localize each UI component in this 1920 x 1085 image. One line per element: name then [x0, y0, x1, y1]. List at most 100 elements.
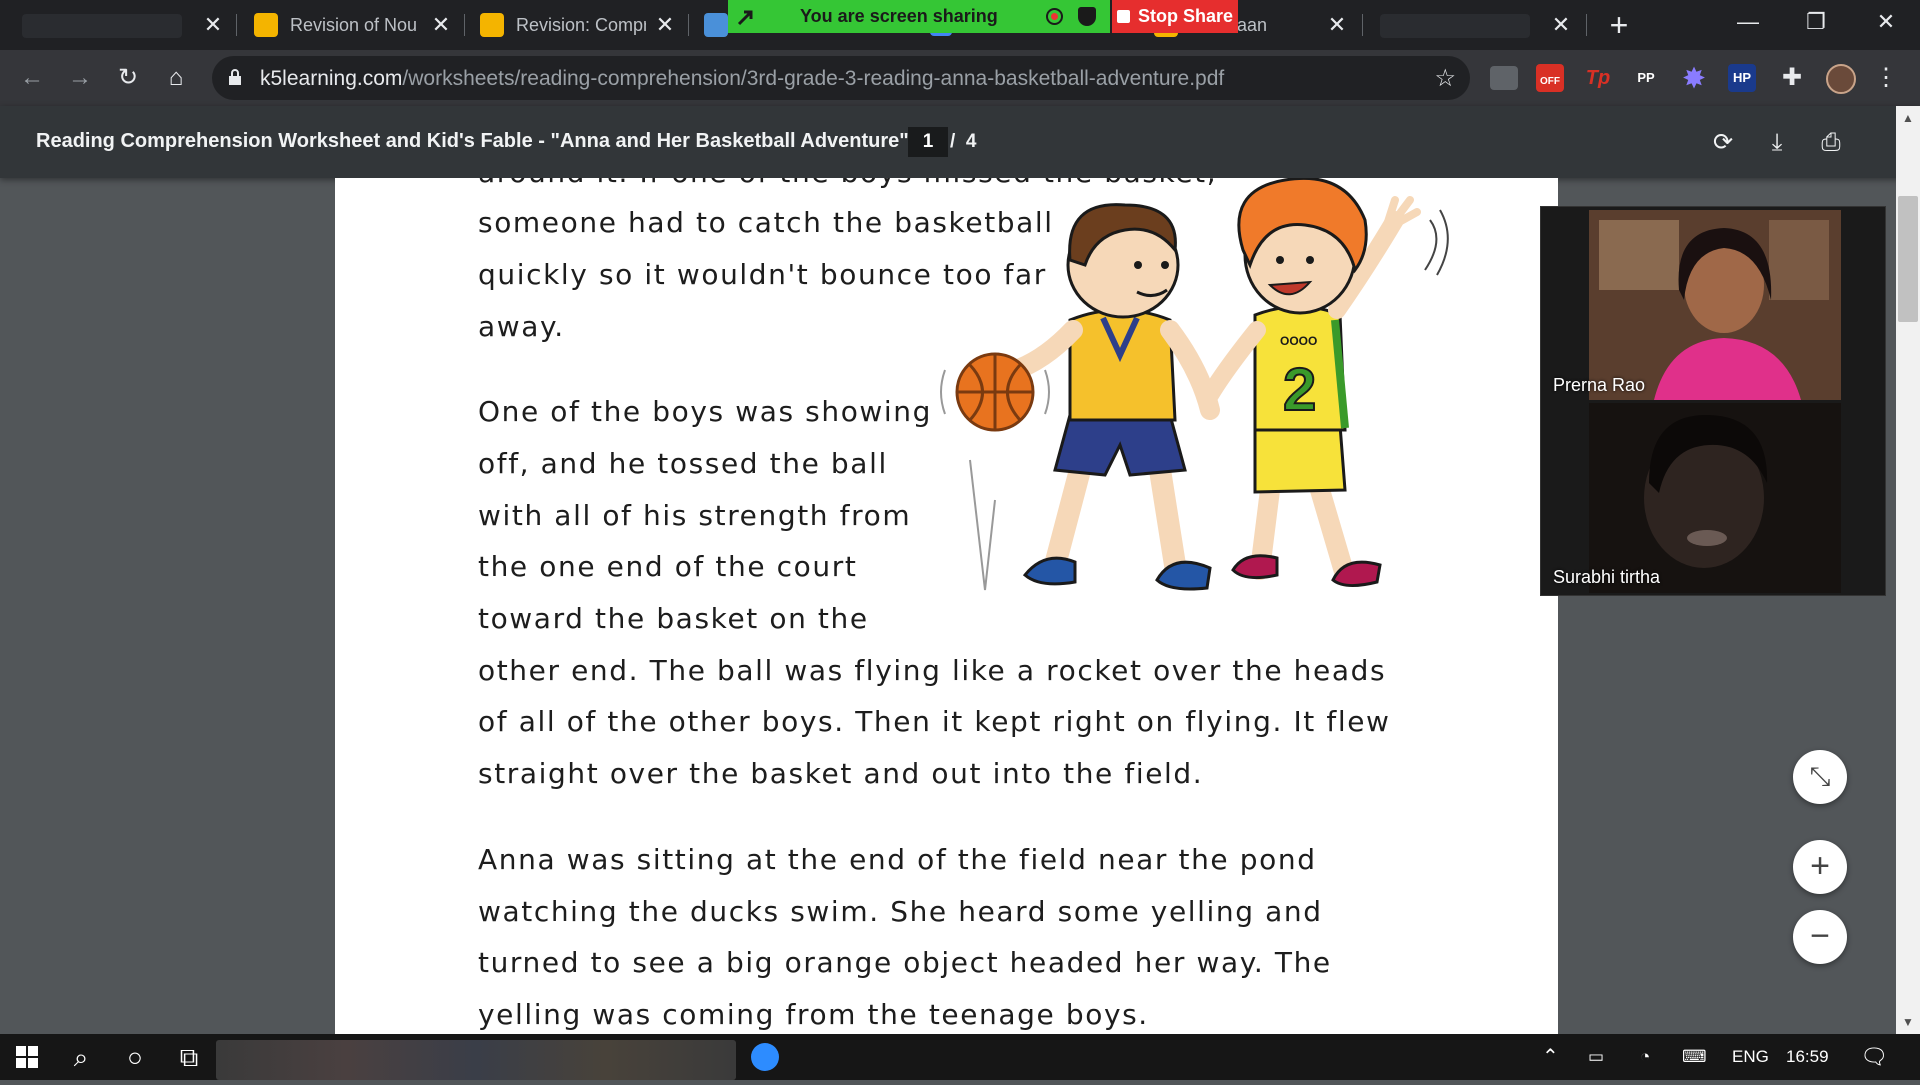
- address-bar[interactable]: k5learning.com/worksheets/reading-compre…: [212, 56, 1470, 100]
- bookmark-star-icon[interactable]: ☆: [1434, 64, 1456, 93]
- tab-revision-comprehension[interactable]: Revision: Compr ✕: [480, 0, 678, 50]
- k5-logo-icon: [704, 13, 728, 37]
- security-shield-icon[interactable]: [1078, 7, 1096, 26]
- basketball: [940, 352, 1050, 591]
- keyboard-icon[interactable]: ⌨: [1682, 1034, 1707, 1080]
- blurred-tab[interactable]: [1380, 14, 1530, 38]
- tab-separator: [236, 14, 237, 36]
- blurred-taskbar-apps[interactable]: [216, 1040, 736, 1080]
- recording-icon[interactable]: [1046, 8, 1063, 25]
- text-line: straight over the basket and out into th…: [478, 757, 1204, 790]
- slides-icon: [254, 13, 278, 37]
- text-line: away.: [478, 310, 565, 343]
- jersey-number: 2: [1283, 356, 1316, 423]
- text-line: the one end of the court: [478, 550, 858, 583]
- participant-name: Prerna Rao: [1553, 375, 1646, 395]
- cortana-icon[interactable]: ○: [108, 1034, 162, 1080]
- windows-start-icon[interactable]: [0, 1034, 54, 1080]
- scroll-down-arrow[interactable]: ▼: [1896, 1012, 1920, 1032]
- zoom-out-button[interactable]: −: [1793, 910, 1847, 964]
- forward-arrow-icon[interactable]: →: [62, 60, 98, 96]
- extension-snowflake-icon[interactable]: ✸: [1680, 64, 1708, 92]
- participant-video[interactable]: [1589, 403, 1841, 593]
- text-line: of all of the other boys. Then it kept r…: [478, 705, 1391, 738]
- extension-hp-icon[interactable]: HP: [1728, 64, 1756, 92]
- screen-share-message: You are screen sharing: [800, 6, 998, 26]
- extension-off-icon[interactable]: OFF: [1536, 64, 1564, 92]
- notifications-icon[interactable]: 🗨: [1860, 1034, 1888, 1080]
- participant-avatar: [1589, 403, 1841, 593]
- profile-avatar[interactable]: [1826, 64, 1856, 94]
- close-tab-icon[interactable]: ✕: [428, 12, 454, 38]
- stop-square-icon: [1116, 10, 1130, 23]
- extension-pp-icon[interactable]: PP: [1632, 64, 1660, 92]
- participant-name: Surabhi tirtha: [1553, 567, 1661, 587]
- share-arrow-icon: [737, 10, 753, 25]
- search-icon[interactable]: ⌕: [54, 1034, 108, 1080]
- blurred-tab[interactable]: [22, 14, 182, 38]
- wifi-icon[interactable]: ◔: [1640, 1034, 1650, 1080]
- fit-page-button[interactable]: ⤡: [1793, 750, 1847, 804]
- page-number-input[interactable]: 1: [908, 127, 948, 157]
- page-total: / 4: [950, 131, 976, 153]
- zoom-app-icon[interactable]: [738, 1034, 792, 1080]
- slides-icon: [480, 13, 504, 37]
- zoom-in-button[interactable]: +: [1793, 840, 1847, 894]
- close-tab-icon[interactable]: ✕: [1548, 12, 1574, 38]
- text-line: other end. The ball was flying like a ro…: [478, 654, 1387, 687]
- reload-icon[interactable]: ↻: [110, 60, 146, 96]
- tab-separator: [464, 14, 465, 36]
- tab-title: Revision: Compr: [516, 14, 646, 35]
- browser-toolbar: ← → ↻ ⌂ k5learning.com/worksheets/readin…: [0, 50, 1920, 106]
- scroll-up-arrow[interactable]: ▲: [1896, 108, 1920, 128]
- total-pages: 4: [965, 131, 977, 152]
- meeting-video-panel[interactable]: Prerna Rao Surabhi tirtha: [1540, 206, 1886, 596]
- close-tab-icon[interactable]: ✕: [652, 12, 678, 38]
- page-separator: /: [950, 131, 956, 152]
- tab-revision-nouns[interactable]: Revision of Nou ✕: [254, 0, 454, 50]
- restore-button[interactable]: ❐: [1786, 0, 1846, 44]
- download-icon[interactable]: ⤓: [1760, 126, 1794, 160]
- minimize-button[interactable]: —: [1718, 0, 1778, 44]
- tab-separator: [1586, 14, 1587, 36]
- extension-icon[interactable]: [1490, 66, 1518, 90]
- basketball-boys-illustration: 2 OOOO: [940, 178, 1449, 591]
- tab-separator: [688, 14, 689, 36]
- boy-number-2: 2 OOOO: [1201, 178, 1449, 587]
- pdf-page: around it. If one of the boys missed the…: [335, 178, 1558, 1034]
- menu-kebab-icon[interactable]: ⋮: [1868, 60, 1904, 96]
- extensions-puzzle-icon[interactable]: ✚: [1774, 60, 1810, 96]
- text-line: turned to see a big orange object headed…: [478, 946, 1332, 979]
- tab-separator: [1362, 14, 1363, 36]
- clock[interactable]: 16:59: [1786, 1034, 1829, 1080]
- scrollbar-thumb[interactable]: [1898, 196, 1918, 322]
- task-view-icon[interactable]: ⧉: [162, 1034, 216, 1080]
- close-tab-icon[interactable]: ✕: [1324, 12, 1350, 38]
- url-host: k5learning.com: [260, 67, 403, 90]
- url-text[interactable]: k5learning.com/worksheets/reading-compre…: [260, 67, 1224, 91]
- rotate-icon[interactable]: ⟳: [1706, 126, 1740, 160]
- text-line: toward the basket on the: [478, 602, 869, 635]
- print-icon[interactable]: ⎙: [1814, 126, 1848, 160]
- new-tab-button[interactable]: +: [1604, 9, 1634, 41]
- text-line: yelling was coming from the teenage boys…: [478, 998, 1149, 1031]
- text-line: with all of his strength from: [478, 499, 912, 532]
- extension-tp-icon[interactable]: Tp: [1584, 64, 1612, 92]
- home-icon[interactable]: ⌂: [158, 60, 194, 96]
- url-path: /worksheets/reading-comprehension/3rd-gr…: [402, 67, 1225, 90]
- windows-taskbar: ⌕ ○ ⧉ ⌃ ▭ ◔ ⌨ ENG 16:59 🗨: [0, 1034, 1920, 1080]
- stop-share-label: Stop Share: [1137, 6, 1234, 26]
- close-window-button[interactable]: ✕: [1856, 0, 1916, 44]
- close-tab-icon[interactable]: ✕: [200, 12, 226, 38]
- stop-share-button[interactable]: Stop Share: [1112, 0, 1238, 33]
- back-arrow-icon[interactable]: ←: [14, 60, 50, 96]
- tray-chevron-icon[interactable]: ⌃: [1542, 1034, 1559, 1080]
- pdf-viewer-header: Reading Comprehension Worksheet and Kid'…: [0, 106, 1920, 178]
- pdf-title: Reading Comprehension Worksheet and Kid'…: [36, 130, 909, 152]
- participant-video[interactable]: [1589, 210, 1841, 400]
- battery-icon[interactable]: ▭: [1588, 1034, 1604, 1080]
- tab-title: Revision of Nou: [290, 14, 418, 35]
- participant-avatar: [1589, 210, 1841, 400]
- language-indicator[interactable]: ENG: [1732, 1034, 1769, 1080]
- lock-icon: [229, 69, 241, 85]
